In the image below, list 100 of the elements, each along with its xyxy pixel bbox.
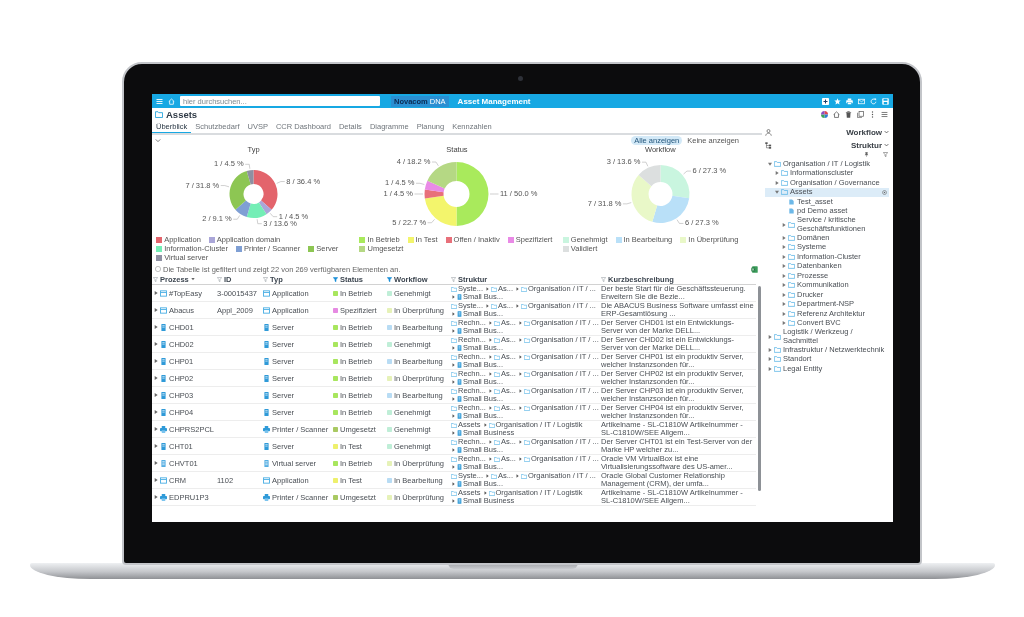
workflow-dropdown[interactable]: Workflow: [846, 127, 889, 137]
person-icon[interactable]: [765, 128, 772, 136]
checkbox[interactable]: [155, 266, 161, 272]
donut-slice[interactable]: [246, 202, 267, 218]
donut-slice[interactable]: [246, 170, 254, 185]
printer-icon[interactable]: [846, 97, 853, 105]
donut-slice[interactable]: [235, 200, 251, 218]
donut-slice[interactable]: [425, 189, 445, 199]
expand-arrow-icon[interactable]: [768, 334, 772, 339]
server-icon: [160, 323, 167, 331]
collapse-arrow-icon[interactable]: [768, 161, 772, 166]
separator-arrow-icon: [452, 448, 455, 452]
building-icon: [457, 447, 462, 453]
mail-icon[interactable]: [858, 97, 865, 105]
folder-icon: [491, 303, 497, 309]
window-icon: [263, 289, 270, 297]
copy-icon[interactable]: [857, 111, 864, 118]
donut-slice[interactable]: [425, 195, 457, 226]
separator-arrow-icon: [452, 482, 455, 486]
expand-arrow-icon[interactable]: [768, 347, 772, 352]
expand-arrow-icon[interactable]: [775, 180, 779, 185]
spreadsheet-icon[interactable]: [751, 265, 758, 273]
collapse-caret-icon[interactable]: [155, 137, 161, 143]
separator-arrow-icon: [488, 321, 492, 325]
structure-dropdown[interactable]: Struktur: [850, 140, 889, 150]
server-icon: [160, 374, 167, 382]
separator-arrow-icon: [518, 338, 522, 342]
separator-arrow-icon: [452, 465, 455, 469]
expand-arrow-icon[interactable]: [782, 245, 786, 250]
building-icon: [457, 362, 462, 368]
expand-arrow-icon[interactable]: [154, 393, 158, 397]
expand-arrow-icon[interactable]: [154, 308, 158, 312]
expand-arrow-icon[interactable]: [154, 325, 158, 329]
server-icon: [263, 374, 270, 382]
star-icon[interactable]: [834, 97, 841, 105]
donut-slice[interactable]: [427, 162, 457, 189]
separator-arrow-icon: [488, 457, 492, 461]
expand-arrow-icon[interactable]: [782, 302, 786, 307]
leader-line: [622, 202, 632, 205]
donut-slice[interactable]: [253, 170, 278, 210]
expand-arrow-icon[interactable]: [154, 495, 158, 499]
hierarchy-icon[interactable]: [765, 141, 772, 149]
donut-slice[interactable]: [259, 200, 272, 215]
server-icon: [160, 408, 167, 416]
scrollbar[interactable]: [758, 286, 761, 491]
folder-icon: [451, 286, 457, 292]
color-wheel-icon[interactable]: [821, 111, 828, 118]
save-icon[interactable]: [882, 97, 889, 105]
more-icon[interactable]: [869, 111, 876, 118]
expand-arrow-icon[interactable]: [782, 273, 786, 278]
sort-arrow-icon[interactable]: [190, 277, 195, 281]
donut-slice[interactable]: [425, 180, 446, 193]
expand-arrow-icon[interactable]: [782, 254, 786, 259]
server-icon: [263, 459, 270, 467]
add-icon[interactable]: [822, 97, 829, 105]
page-title: Assets: [166, 109, 198, 120]
expand-arrow-icon[interactable]: [782, 222, 786, 227]
separator-arrow-icon: [452, 397, 455, 401]
menu-icon[interactable]: [881, 111, 888, 118]
expand-arrow-icon[interactable]: [775, 171, 779, 176]
expand-arrow-icon[interactable]: [154, 291, 158, 295]
donut-slice[interactable]: [229, 170, 251, 210]
expand-arrow-icon[interactable]: [154, 427, 158, 431]
filter-icon[interactable]: [333, 276, 338, 282]
folder-icon: [451, 371, 457, 377]
folder-icon: [451, 337, 457, 343]
expand-arrow-icon[interactable]: [768, 366, 772, 371]
expand-arrow-icon[interactable]: [782, 311, 786, 316]
expand-arrow-icon[interactable]: [782, 235, 786, 240]
filter-icon[interactable]: [883, 151, 888, 157]
expand-arrow-icon[interactable]: [782, 264, 786, 269]
expand-arrow-icon[interactable]: [768, 357, 772, 362]
expand-arrow-icon[interactable]: [154, 410, 158, 414]
expand-arrow-icon[interactable]: [154, 478, 158, 482]
expand-arrow-icon[interactable]: [782, 321, 786, 326]
expand-arrow-icon[interactable]: [782, 292, 786, 297]
expand-arrow-icon[interactable]: [154, 461, 158, 465]
expand-arrow-icon[interactable]: [154, 376, 158, 380]
expand-arrow-icon[interactable]: [154, 342, 158, 346]
separator-arrow-icon: [452, 363, 455, 367]
separator-arrow-icon: [452, 499, 455, 503]
folder-icon: [451, 388, 457, 394]
filter-icon[interactable]: [387, 276, 392, 282]
leader-line: [276, 181, 286, 184]
collapse-arrow-icon[interactable]: [775, 190, 779, 195]
window-icon: [263, 306, 270, 314]
pin-icon[interactable]: [864, 151, 869, 157]
building-icon: [457, 379, 462, 385]
separator-arrow-icon: [516, 474, 520, 478]
leader-line: [245, 164, 251, 170]
expand-arrow-icon[interactable]: [782, 283, 786, 288]
expand-arrow-icon[interactable]: [154, 359, 158, 363]
server-icon: [263, 442, 270, 450]
building-icon: [457, 396, 462, 402]
leader-line: [416, 183, 426, 185]
trash-icon[interactable]: [845, 111, 852, 118]
expand-arrow-icon[interactable]: [154, 444, 158, 448]
home-icon[interactable]: [833, 111, 840, 118]
server-icon: [263, 340, 270, 348]
target-icon[interactable]: [882, 189, 887, 195]
